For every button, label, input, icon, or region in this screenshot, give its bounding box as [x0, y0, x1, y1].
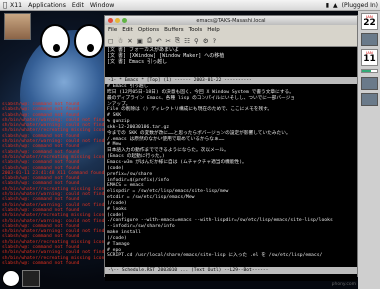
emacs-menu-file[interactable]: File [108, 27, 117, 33]
text-line: [文 書] Emacs 引っ越し [107, 59, 168, 65]
new-file-icon[interactable]: ◻ [108, 37, 113, 45]
modeline-bottom: -\-- Schedule.RST 2003010 ... (Text Outl… [105, 267, 357, 274]
terminal-app-icon[interactable] [22, 270, 40, 287]
right-eye-icon [74, 24, 104, 58]
window-thumbnail[interactable] [361, 77, 378, 90]
emacs-titlebar[interactable]: emacs@TAKS-Masashi.local [105, 16, 357, 25]
save-icon[interactable]: ▣ [137, 37, 143, 45]
emacs-window[interactable]: emacs@TAKS-Masashi.local File Edit Optio… [104, 15, 358, 281]
menu-applications[interactable]: Applications [28, 2, 66, 9]
emacs-lower-pane[interactable]: # Emacs 引っ越し 昨日 (12月05日-18日) の決意も固く、今回 X … [105, 84, 357, 267]
paste-icon[interactable]: ☷ [184, 37, 190, 45]
close-buffer-icon[interactable]: ✕ [127, 37, 132, 45]
menubar-status: ▮ ▲ (Plugged In) [326, 0, 378, 11]
menu-window[interactable]: Window [90, 2, 114, 9]
speaker-icon[interactable]: ▮ [326, 2, 329, 9]
battery-status-label[interactable]: (Plugged In) [342, 2, 378, 9]
dock-right: JAN 22 JAN 11 [358, 11, 380, 289]
mac-menubar:  X11 Applications Edit Window ▮ ▲ (Plug… [0, 0, 380, 11]
modeline-top: -1- * Emacs * [Top] (1) ------ 2003-01-2… [105, 77, 357, 84]
copy-icon[interactable]: ⎘ [175, 36, 180, 45]
xeyes-widget [40, 24, 104, 58]
desktop-console-log: slabsh/w@: command not found slabsh/w@: c… [2, 102, 108, 272]
log-line: sh/bin/whater/recreating missing icon [2, 128, 105, 134]
log-line: slabsh/w@: command not found [2, 260, 80, 266]
left-eye-icon [40, 24, 70, 58]
search-icon[interactable]: ⚲ [194, 37, 199, 45]
emacs-menu-edit[interactable]: Edit [122, 27, 133, 33]
print-icon[interactable]: ⎙ [147, 36, 152, 45]
progress-bar [361, 69, 378, 73]
window-title: emacs@TAKS-Masashi.local [196, 17, 266, 24]
text-line: SCRIPT.cd /usr/local/share/emacs/site-li… [107, 253, 323, 259]
watermark: phony.com [331, 282, 356, 287]
user-avatar[interactable] [4, 13, 31, 40]
window-thumbnail[interactable] [361, 33, 378, 46]
log-line: sh/bin/whater/warning: could not find [2, 250, 105, 256]
undo-icon[interactable]: ↶ [156, 37, 161, 45]
log-line: sh/bin/whater/recreating missing icon [2, 213, 105, 219]
minibuffer[interactable] [105, 274, 357, 281]
emacs-menu-help[interactable]: Help [207, 27, 220, 33]
apple-menu-icon[interactable]:  [0, 1, 10, 9]
dock-left [2, 270, 42, 287]
menu-x11[interactable]: X11 [10, 2, 22, 9]
open-folder-icon[interactable]: ☃ [117, 37, 123, 45]
menu-edit[interactable]: Edit [72, 2, 84, 9]
calendar-icon[interactable]: JAN 11 [361, 49, 378, 66]
emacs-menu-options[interactable]: Options [138, 27, 159, 33]
emacs-upper-pane[interactable]: [文 書] フォーカスがあまいよ [文 書] [XWindow] [Window… [105, 47, 357, 77]
calendar-icon[interactable]: JAN 22 [361, 13, 378, 30]
preferences-icon[interactable]: ⚙ [203, 37, 209, 45]
cut-icon[interactable]: ✂ [166, 37, 171, 45]
eyes-app-icon[interactable] [2, 270, 20, 287]
emacs-toolbar: ◻ ☃ ✕ ▣ ⎙ ↶ ✂ ⎘ ☷ ⚲ ⚙ ? [105, 35, 357, 47]
wifi-icon[interactable]: ▲ [333, 2, 338, 9]
help-icon[interactable]: ? [213, 37, 216, 45]
window-thumbnail[interactable] [361, 93, 378, 106]
emacs-menu-buffers[interactable]: Buffers [164, 27, 184, 33]
emacs-menu-tools[interactable]: Tools [189, 27, 203, 33]
emacs-menubar: File Edit Options Buffers Tools Help [105, 25, 357, 35]
